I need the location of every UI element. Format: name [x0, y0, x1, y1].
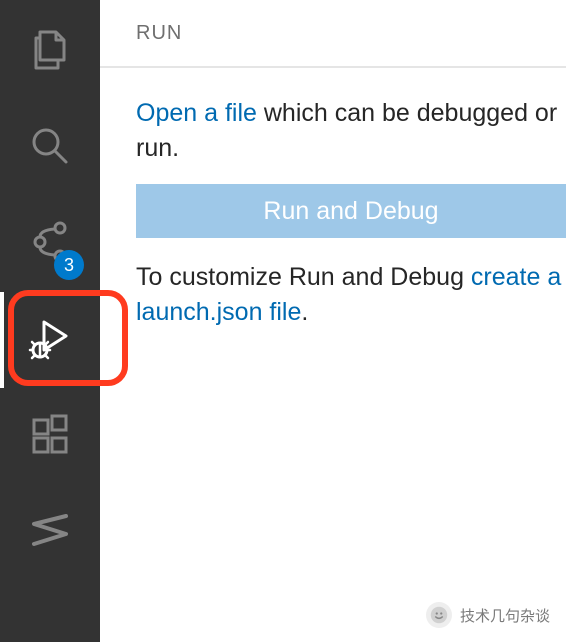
run-panel: RUN Open a file which can be debugged or… [100, 0, 566, 642]
source-control-badge: 3 [54, 250, 84, 280]
run-and-debug-button[interactable]: Run and Debug [136, 184, 566, 238]
extensions-icon [26, 410, 74, 463]
watermark-text: 技术几句杂谈 [460, 605, 550, 626]
panel-body: Open a file which can be debugged or run… [100, 68, 566, 348]
activity-explorer[interactable] [0, 4, 100, 100]
watermark-logo-icon [426, 602, 452, 628]
panel-title: RUN [100, 0, 566, 68]
activity-source-control[interactable]: 3 [0, 196, 100, 292]
activity-bar: 3 [0, 0, 100, 642]
run-debug-icon [26, 314, 74, 367]
search-icon [26, 122, 74, 175]
open-file-link[interactable]: Open a file [136, 99, 257, 127]
activity-run-debug[interactable] [0, 292, 100, 388]
custom-s-icon [26, 506, 74, 559]
customize-period: . [301, 298, 308, 326]
files-icon [26, 26, 74, 79]
activity-custom[interactable] [0, 484, 100, 580]
open-file-line: Open a file which can be debugged or run… [136, 96, 566, 166]
activity-extensions[interactable] [0, 388, 100, 484]
customize-line: To customize Run and Debug create a laun… [136, 260, 566, 330]
active-indicator [0, 292, 4, 388]
customize-lead: To customize Run and Debug [136, 263, 471, 291]
watermark: 技术几句杂谈 [426, 602, 550, 628]
activity-search[interactable] [0, 100, 100, 196]
